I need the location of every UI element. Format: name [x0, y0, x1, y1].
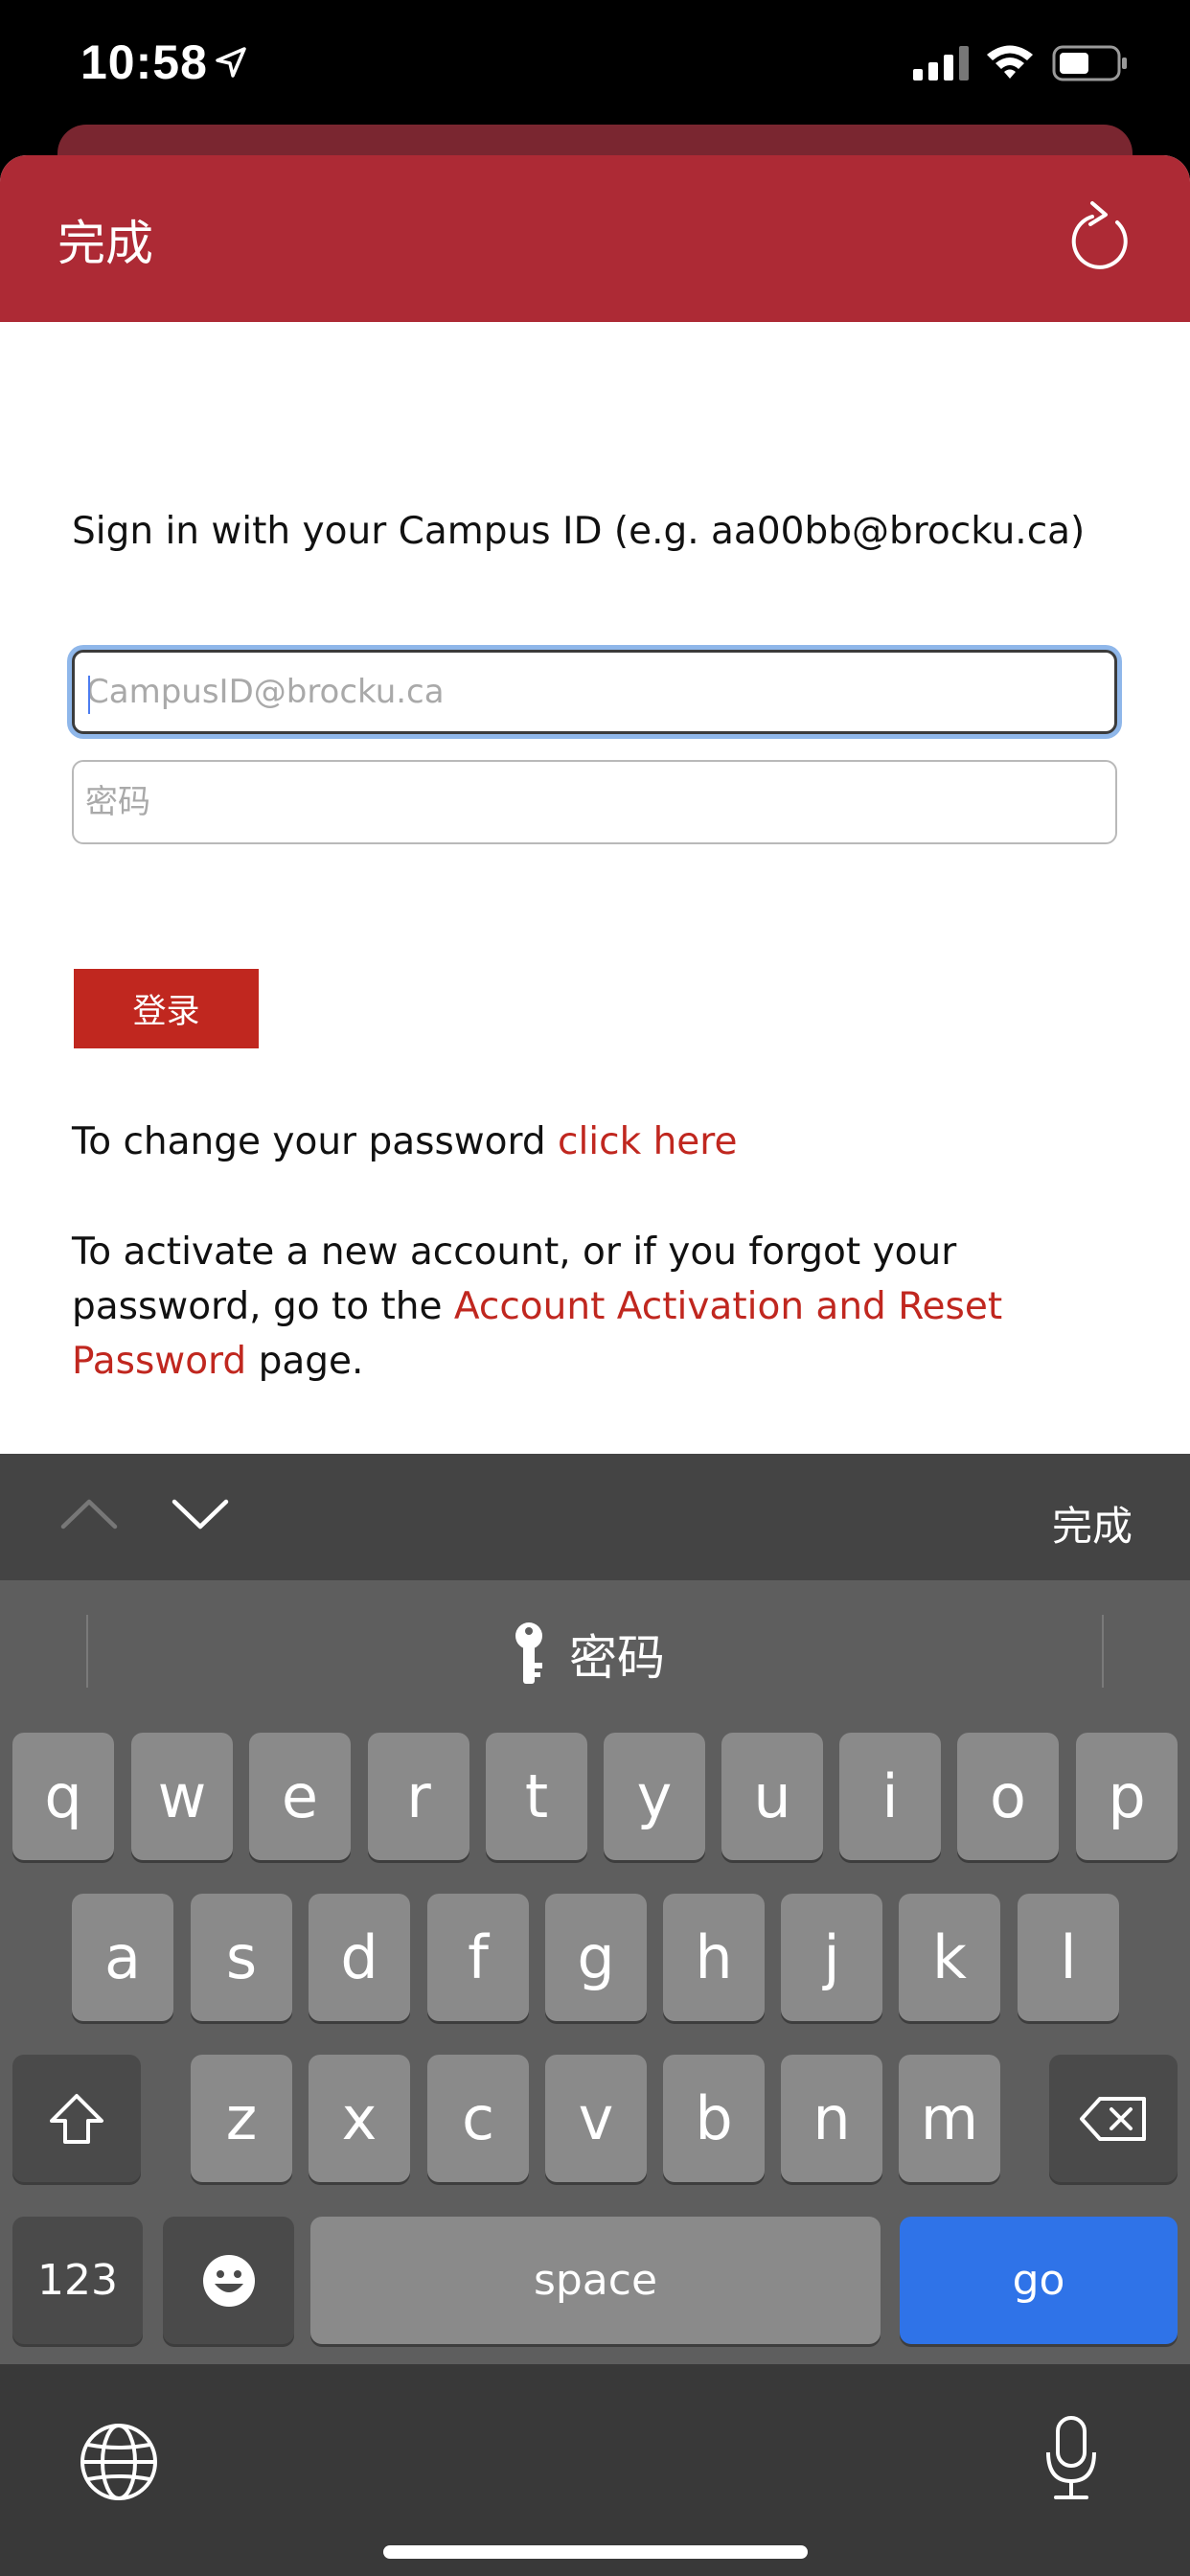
web-view-sheet: 完成 Sign in with your Campus ID (e.g. aa0…	[0, 155, 1190, 1454]
key-j[interactable]: j	[781, 1894, 882, 2021]
status-time: 10:58	[80, 35, 208, 89]
wifi-icon	[987, 45, 1033, 79]
previous-field-chevron-up-icon[interactable]	[59, 1496, 119, 1530]
email-input[interactable]	[75, 653, 1114, 731]
numbers-key[interactable]: 123	[12, 2217, 143, 2344]
key-x[interactable]: x	[309, 2055, 410, 2182]
change-password-prefix: To change your password	[72, 1120, 559, 1163]
cellular-signal-icon	[913, 46, 969, 80]
password-field[interactable]	[72, 760, 1117, 844]
key-p[interactable]: p	[1076, 1733, 1178, 1860]
microphone-icon[interactable]	[1042, 2414, 1100, 2502]
key-z[interactable]: z	[191, 2055, 292, 2182]
sign-in-instructions: Sign in with your Campus ID (e.g. aa00bb…	[72, 510, 1086, 553]
email-field[interactable]	[72, 650, 1117, 734]
battery-icon	[1052, 45, 1127, 81]
reload-icon[interactable]	[1067, 196, 1134, 272]
space-key[interactable]: space	[310, 2217, 881, 2344]
key-h[interactable]: h	[663, 1894, 765, 2021]
key-c[interactable]: c	[427, 2055, 529, 2182]
login-button[interactable]: 登录	[74, 969, 259, 1048]
key-l[interactable]: l	[1018, 1894, 1119, 2021]
account-activation-text: To activate a new account, or if you for…	[72, 1225, 1030, 1389]
password-suggestion[interactable]: 密码	[508, 1621, 665, 1688]
key-f[interactable]: f	[427, 1894, 529, 2021]
nav-bar: 完成	[0, 155, 1190, 322]
key-n[interactable]: n	[781, 2055, 882, 2182]
suggestion-divider	[86, 1615, 88, 1688]
keyboard: 密码 q w e r t y u i o p a s d f g h j k l…	[0, 1580, 1190, 2576]
key-o[interactable]: o	[957, 1733, 1059, 1860]
key-m[interactable]: m	[899, 2055, 1000, 2182]
backspace-icon	[1080, 2096, 1146, 2141]
emoji-icon	[202, 2254, 255, 2307]
text-caret	[88, 676, 90, 714]
suggestion-divider	[1102, 1615, 1104, 1688]
key-w[interactable]: w	[131, 1733, 233, 1860]
key-g[interactable]: g	[545, 1894, 647, 2021]
key-i[interactable]: i	[839, 1733, 941, 1860]
key-u[interactable]: u	[721, 1733, 823, 1860]
keyboard-bottom-area	[0, 2364, 1190, 2576]
home-indicator	[383, 2545, 808, 2559]
key-k[interactable]: k	[899, 1894, 1000, 2021]
next-field-chevron-down-icon[interactable]	[171, 1496, 230, 1530]
key-a[interactable]: a	[72, 1894, 173, 2021]
location-arrow-icon	[216, 47, 246, 78]
keyboard-done-button[interactable]: 完成	[1052, 1494, 1133, 1552]
suggestion-label: 密码	[569, 1630, 665, 1686]
globe-icon[interactable]	[79, 2422, 159, 2502]
shift-key[interactable]	[12, 2055, 141, 2182]
key-b[interactable]: b	[663, 2055, 765, 2182]
key-t[interactable]: t	[486, 1733, 587, 1860]
change-password-text: To change your password click here	[72, 1115, 1126, 1169]
key-d[interactable]: d	[309, 1894, 410, 2021]
backspace-key[interactable]	[1049, 2055, 1178, 2182]
key-q[interactable]: q	[12, 1733, 114, 1860]
done-button[interactable]: 完成	[57, 205, 153, 274]
change-password-link[interactable]: click here	[558, 1120, 737, 1163]
key-s[interactable]: s	[191, 1894, 292, 2021]
key-v[interactable]: v	[545, 2055, 647, 2182]
suggestion-bar: 密码	[0, 1580, 1190, 1724]
activation-suffix: page.	[246, 1340, 364, 1383]
keyboard-accessory-bar: 完成	[0, 1454, 1190, 1580]
status-bar: 10:58	[0, 0, 1190, 126]
shift-icon	[50, 2093, 103, 2144]
password-input[interactable]	[74, 762, 1115, 842]
key-icon	[515, 1622, 542, 1684]
key-y[interactable]: y	[604, 1733, 705, 1860]
emoji-key[interactable]	[163, 2217, 294, 2344]
key-r[interactable]: r	[368, 1733, 469, 1860]
go-key[interactable]: go	[900, 2217, 1178, 2344]
key-e[interactable]: e	[249, 1733, 351, 1860]
